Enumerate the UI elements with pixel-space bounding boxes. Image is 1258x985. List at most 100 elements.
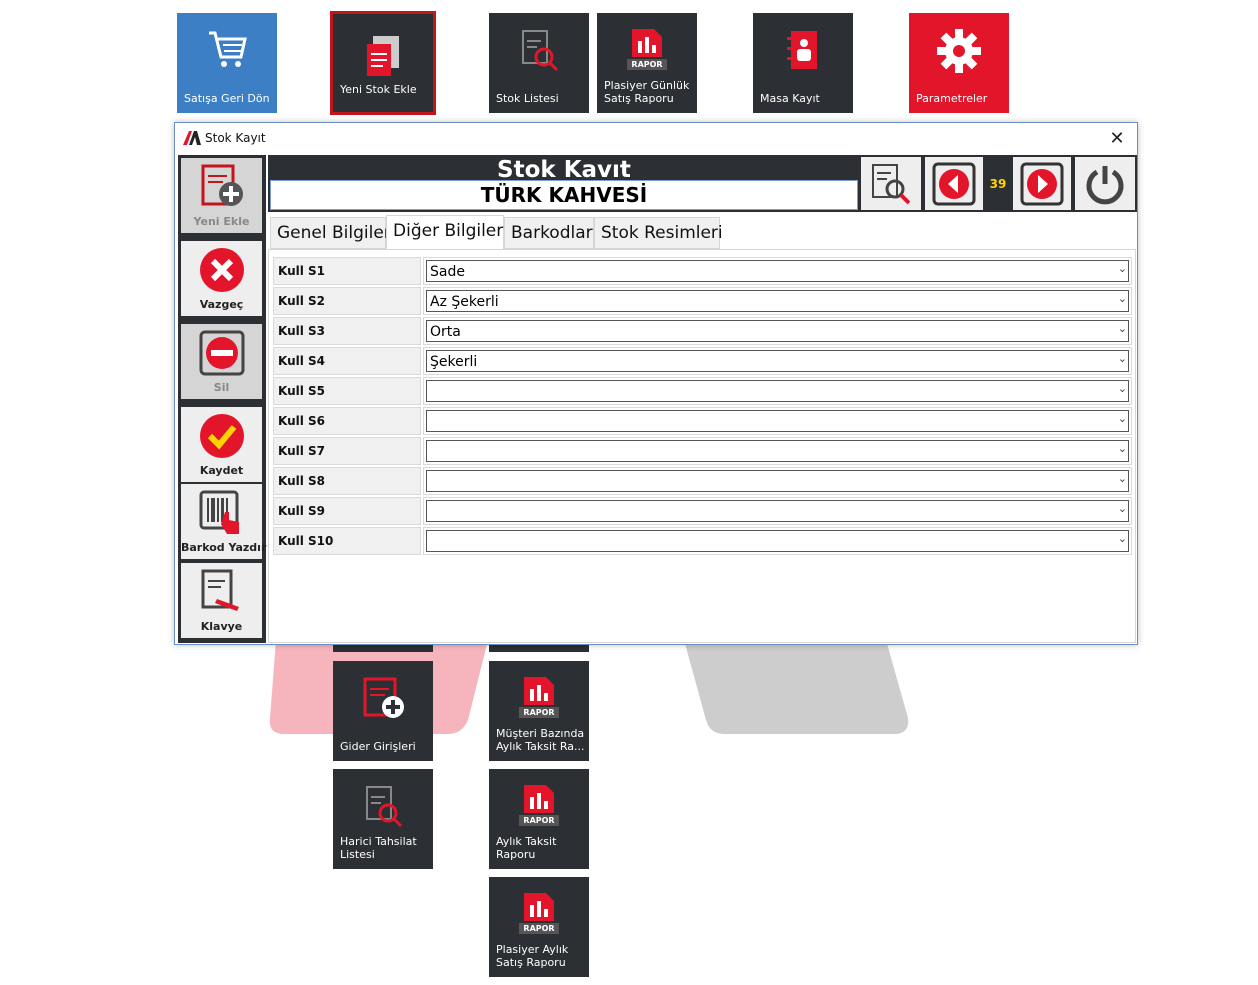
tab-barkodlar[interactable]: Barkodlar xyxy=(504,217,594,249)
report-chart-icon xyxy=(632,29,662,57)
kaydet-button[interactable]: Kaydet xyxy=(181,407,262,484)
combo-value xyxy=(426,470,1129,492)
barkod-yazdir-button[interactable]: Barkod Yazdır xyxy=(181,484,267,561)
window-title: Stok Kayıt xyxy=(205,131,266,145)
chevron-down-icon[interactable]: ⌄ xyxy=(1118,352,1127,365)
chevron-down-icon[interactable]: ⌄ xyxy=(1118,262,1127,275)
field-label: Kull S7 xyxy=(273,437,421,465)
tile-label: Harici Tahsilat Listesi xyxy=(340,835,417,861)
barkod-yazdir-label: Barkod Yazdır xyxy=(181,541,267,554)
report-chart-icon xyxy=(524,785,554,813)
sil-button[interactable]: Sil xyxy=(181,324,262,401)
tile-label: Yeni Stok Ekle xyxy=(340,83,417,96)
chevron-down-icon[interactable]: ⌄ xyxy=(1118,502,1127,515)
field-combo[interactable]: Az Şekerli ⌄ xyxy=(423,287,1132,315)
combo-value xyxy=(426,530,1129,552)
field-combo[interactable]: Orta ⌄ xyxy=(423,317,1132,345)
tile-aylik-taksit[interactable]: RAPOR Aylık Taksit Raporu xyxy=(489,769,589,869)
tile-label: Gider Girişleri xyxy=(340,740,416,753)
field-row: Kull S1 Sade ⌄ xyxy=(273,257,1133,285)
document-add-icon xyxy=(201,164,243,206)
combo-value: Az Şekerli xyxy=(426,290,1129,312)
field-combo[interactable]: ⌄ xyxy=(423,407,1132,435)
title-bar: Stok Kayıt ✕ xyxy=(175,123,1137,154)
report-chart-icon xyxy=(524,677,554,705)
tab-diger-bilgiler[interactable]: Diğer Bilgiler xyxy=(386,215,504,250)
delete-minus-icon xyxy=(199,330,244,376)
save-check-icon xyxy=(199,414,244,458)
barcode-print-icon xyxy=(199,490,239,534)
chevron-down-icon[interactable]: ⌄ xyxy=(1118,532,1127,545)
chevron-down-icon[interactable]: ⌄ xyxy=(1118,412,1127,425)
tab-stok-resimleri[interactable]: Stok Resimleri xyxy=(594,217,723,249)
document-search-icon xyxy=(522,30,559,72)
close-button[interactable]: ✕ xyxy=(1107,128,1127,149)
yeni-ekle-button[interactable]: Yeni Ekle xyxy=(181,158,262,235)
field-combo[interactable]: Sade ⌄ xyxy=(423,257,1132,285)
tile-parametreler[interactable]: Parametreler xyxy=(909,13,1009,113)
search-button[interactable] xyxy=(859,155,923,212)
field-row: Kull S4 Şekerli ⌄ xyxy=(273,347,1133,375)
klavye-button[interactable]: Klavye xyxy=(181,563,262,640)
gear-icon xyxy=(937,29,981,73)
chevron-down-icon[interactable]: ⌄ xyxy=(1118,382,1127,395)
combo-value: Sade xyxy=(426,260,1129,282)
combo-value: Orta xyxy=(426,320,1129,342)
next-button[interactable] xyxy=(1011,155,1073,212)
field-label: Kull S3 xyxy=(273,317,421,345)
chevron-left-icon xyxy=(932,162,976,205)
diger-bilgiler-panel: Kull S1 Sade ⌄ Kull S2 Az Şekerli ⌄ Kull S… xyxy=(268,249,1136,643)
tab-genel-bilgiler[interactable]: Genel Bilgiler xyxy=(270,217,391,249)
field-combo[interactable]: ⌄ xyxy=(423,467,1132,495)
stock-name-field[interactable]: TÜRK KAHVESİ xyxy=(270,180,858,210)
field-combo[interactable]: ⌄ xyxy=(423,527,1132,555)
combo-value xyxy=(426,410,1129,432)
chevron-down-icon[interactable]: ⌄ xyxy=(1118,292,1127,305)
cart-icon xyxy=(209,31,247,67)
field-label: Kull S1 xyxy=(273,257,421,285)
rapor-badge: RAPOR xyxy=(519,815,559,826)
field-label: Kull S4 xyxy=(273,347,421,375)
cancel-x-icon xyxy=(199,248,244,292)
rapor-badge: RAPOR xyxy=(519,707,559,718)
field-combo[interactable]: ⌄ xyxy=(423,437,1132,465)
record-counter: 39 xyxy=(985,155,1011,212)
tile-stok-listesi[interactable]: Stok Listesi xyxy=(489,13,589,113)
combo-value: Şekerli xyxy=(426,350,1129,372)
stok-kayit-window: Stok Kayıt ✕ Yeni Ekle Vazgeç Sil Kaydet… xyxy=(174,122,1138,645)
tile-yeni-stok-ekle[interactable]: Yeni Stok Ekle xyxy=(330,11,436,115)
vazgec-label: Vazgeç xyxy=(199,298,244,311)
field-combo[interactable]: ⌄ xyxy=(423,497,1132,525)
previous-button[interactable] xyxy=(923,155,985,212)
tile-harici-tahsilat[interactable]: Harici Tahsilat Listesi xyxy=(333,769,433,869)
chevron-down-icon[interactable]: ⌄ xyxy=(1118,322,1127,335)
tile-label: Masa Kayıt xyxy=(760,92,820,105)
tile-label: Plasiyer Aylık Satış Raporu xyxy=(496,943,569,969)
tile-masa-kayit[interactable]: Masa Kayıt xyxy=(753,13,853,113)
combo-value xyxy=(426,380,1129,402)
document-search-icon xyxy=(872,163,911,204)
field-row: Kull S5 ⌄ xyxy=(273,377,1133,405)
power-button[interactable] xyxy=(1073,155,1137,212)
document-search-icon xyxy=(366,786,403,828)
tile-label: Stok Listesi xyxy=(496,92,559,105)
field-combo[interactable]: Şekerli ⌄ xyxy=(423,347,1132,375)
tile-musteri-aylik-taksit[interactable]: RAPOR Müşteri Bazında Aylık Taksit Ra... xyxy=(489,661,589,761)
tile-label: Müşteri Bazında Aylık Taksit Ra... xyxy=(496,727,585,753)
tile-plasiyer-gunluk[interactable]: RAPOR Plasiyer Günlük Satış Raporu xyxy=(597,13,697,113)
tile-label: Aylık Taksit Raporu xyxy=(496,835,557,861)
vazgec-button[interactable]: Vazgeç xyxy=(181,241,262,318)
tile-gider-girisleri[interactable]: Gider Girişleri xyxy=(333,661,433,761)
header-panel: Stok Kavıt TÜRK KAHVESİ xyxy=(268,155,860,212)
report-chart-icon xyxy=(524,893,554,921)
chevron-down-icon[interactable]: ⌄ xyxy=(1118,472,1127,485)
klavye-label: Klavye xyxy=(200,620,243,633)
tile-plasiyer-aylik[interactable]: RAPOR Plasiyer Aylık Satış Raporu xyxy=(489,877,589,977)
background-gray-shape xyxy=(684,640,909,734)
field-label: Kull S8 xyxy=(273,467,421,495)
tile-satisa-geri-don[interactable]: Satışa Geri Dön xyxy=(177,13,277,113)
left-toolbar: Yeni Ekle Vazgeç Sil Kaydet Barkod Yazdı… xyxy=(178,155,266,643)
field-row: Kull S8 ⌄ xyxy=(273,467,1133,495)
chevron-down-icon[interactable]: ⌄ xyxy=(1118,442,1127,455)
field-combo[interactable]: ⌄ xyxy=(423,377,1132,405)
